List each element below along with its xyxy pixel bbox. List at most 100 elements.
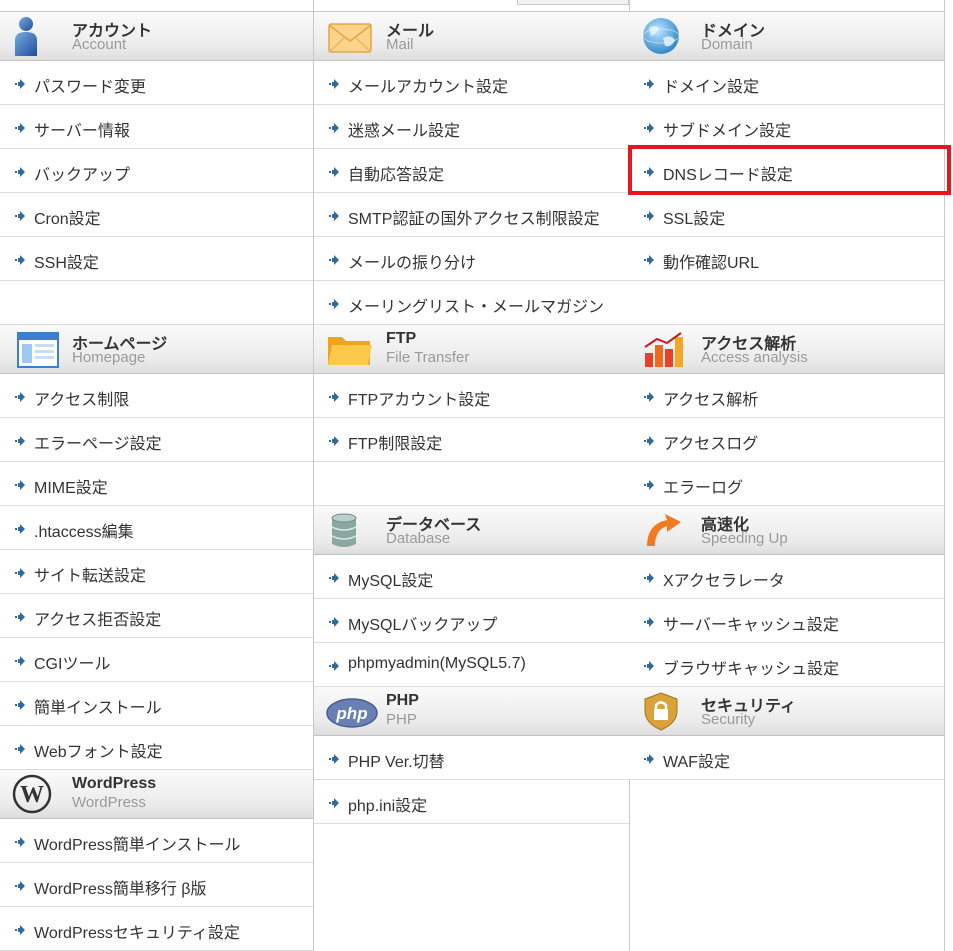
arrow-bullet-icon bbox=[328, 389, 342, 403]
arrow-bullet-icon bbox=[328, 252, 342, 266]
menu-item[interactable]: ドメイン設定 bbox=[629, 61, 944, 105]
menu-column-1: アカウント Account パスワード変更サーバー情報バックアップ Cron設定 SSH… bbox=[0, 0, 314, 951]
menu-item[interactable]: SMTP認証の国外アクセス制限設定 bbox=[314, 193, 629, 237]
arrow-bullet-icon bbox=[14, 922, 28, 936]
arrow-bullet-icon bbox=[328, 658, 342, 672]
menu-item[interactable]: FTP制限設定 bbox=[314, 418, 629, 462]
empty-menu-row bbox=[629, 281, 944, 325]
menu-item-label: Cron設定 bbox=[34, 211, 101, 228]
menu-item[interactable]: Webフォント設定 bbox=[0, 726, 313, 770]
menu-item[interactable]: MySQLバックアップ bbox=[314, 599, 629, 643]
menu-item[interactable]: エラーページ設定 bbox=[0, 418, 313, 462]
arrow-bullet-icon bbox=[328, 795, 342, 809]
menu-item[interactable]: MIME設定 bbox=[0, 462, 313, 506]
menu-item-label: バックアップ bbox=[34, 167, 131, 184]
menu-column-3: ドメイン Domain ドメイン設定 サブドメイン設定 DNSレコード設定 SSL設定 動作… bbox=[629, 0, 945, 951]
arrow-bullet-icon bbox=[14, 521, 28, 535]
menu-item[interactable]: 自動応答設定 bbox=[314, 149, 629, 193]
menu-item[interactable]: アクセス拒否設定 bbox=[0, 594, 313, 638]
arrow-bullet-icon bbox=[328, 208, 342, 222]
menu-item[interactable]: メールの振り分け bbox=[314, 237, 629, 281]
menu-item-label: エラーログ bbox=[663, 480, 744, 497]
menu-section-account: アカウント Account パスワード変更サーバー情報バックアップ Cron設定 SSH… bbox=[0, 12, 313, 325]
arrow-bullet-icon bbox=[328, 76, 342, 90]
menu-item-label: Webフォント設定 bbox=[34, 744, 163, 761]
menu-section-access-analysis: アクセス解析 Access analysis アクセス解析 アクセスログ エラーログ bbox=[629, 325, 944, 506]
arrow-bullet-icon bbox=[328, 296, 342, 310]
menu-item[interactable]: 迷惑メール設定 bbox=[314, 105, 629, 149]
menu-item[interactable]: エラーログ bbox=[629, 462, 944, 506]
menu-item[interactable]: WordPress簡単移行 β版 bbox=[0, 863, 313, 907]
menu-item[interactable]: アクセスログ bbox=[629, 418, 944, 462]
menu-item-label: 簡単インストール bbox=[34, 700, 162, 717]
menu-section-mail: メール Mail メールアカウント設定 迷惑メール設定 自動応答設定 SMTP認証の国外ア… bbox=[314, 12, 629, 325]
section-subtitle: Security bbox=[701, 711, 756, 728]
menu-item-label: Xアクセラレータ bbox=[663, 573, 785, 590]
menu-item[interactable]: Cron設定 bbox=[0, 193, 313, 237]
menu-item[interactable]: phpmyadmin(MySQL5.7) bbox=[314, 643, 629, 687]
svg-text:php: php bbox=[335, 704, 367, 723]
menu-section-php: php PHP PHP PHP Ver.切替 php.ini設定 bbox=[314, 687, 629, 824]
menu-item[interactable]: サーバーキャッシュ設定 bbox=[629, 599, 944, 643]
menu-item-label: メールの振り分け bbox=[348, 255, 477, 272]
menu-item[interactable]: メーリングリスト・メールマガジン bbox=[314, 281, 629, 325]
arrow-bullet-icon bbox=[14, 208, 28, 222]
menu-item[interactable]: Xアクセラレータ bbox=[629, 555, 944, 599]
menu-item[interactable]: CGIツール bbox=[0, 638, 313, 682]
section-header-database: データベース Database bbox=[314, 506, 629, 555]
arrow-bullet-icon bbox=[328, 433, 342, 447]
menu-item-label: ブラウザキャッシュ設定 bbox=[663, 661, 840, 678]
arrow-bullet-icon bbox=[643, 252, 657, 266]
menu-item[interactable]: バックアップ bbox=[0, 149, 313, 193]
menu-item-label: パスワード変更 bbox=[34, 79, 147, 96]
menu-item-dns-record-settings[interactable]: DNSレコード設定 bbox=[629, 149, 944, 193]
menu-item[interactable]: ブラウザキャッシュ設定 bbox=[629, 643, 944, 687]
arrow-bullet-icon bbox=[14, 565, 28, 579]
arrow-bullet-icon bbox=[328, 751, 342, 765]
menu-item[interactable]: パスワード変更 bbox=[0, 61, 313, 105]
menu-item[interactable]: WAF設定 bbox=[629, 736, 944, 780]
menu-item[interactable]: サイト転送設定 bbox=[0, 550, 313, 594]
menu-item-label: 自動応答設定 bbox=[348, 167, 445, 184]
menu-item[interactable]: アクセス解析 bbox=[629, 374, 944, 418]
menu-item-label: phpmyadmin(MySQL5.7) bbox=[348, 655, 526, 672]
section-subtitle: Database bbox=[386, 530, 451, 547]
menu-section-domain: ドメイン Domain ドメイン設定 サブドメイン設定 DNSレコード設定 SSL設定 動作… bbox=[629, 12, 944, 325]
section-subtitle: Domain bbox=[701, 36, 753, 53]
arrow-bullet-icon bbox=[328, 120, 342, 134]
arrow-bullet-icon bbox=[643, 751, 657, 765]
section-header-domain: ドメイン Domain bbox=[629, 12, 944, 61]
menu-item[interactable]: .htaccess編集 bbox=[0, 506, 313, 550]
menu-item-label: FTPアカウント設定 bbox=[348, 392, 491, 409]
menu-item-label: PHP Ver.切替 bbox=[348, 754, 445, 771]
menu-item-label: 迷惑メール設定 bbox=[348, 123, 461, 140]
menu-item[interactable]: 動作確認URL bbox=[629, 237, 944, 281]
section-header-account: アカウント Account bbox=[0, 12, 313, 61]
menu-item[interactable]: SSL設定 bbox=[629, 193, 944, 237]
menu-item-label: MySQLバックアップ bbox=[348, 617, 498, 634]
menu-item[interactable]: サーバー情報 bbox=[0, 105, 313, 149]
menu-item[interactable]: サブドメイン設定 bbox=[629, 105, 944, 149]
menu-item[interactable]: アクセス制限 bbox=[0, 374, 313, 418]
menu-item-label: メールアカウント設定 bbox=[348, 79, 509, 96]
menu-item-label: サイト転送設定 bbox=[34, 568, 147, 585]
arrow-bullet-icon bbox=[643, 120, 657, 134]
search-box-edge[interactable] bbox=[517, 0, 629, 5]
menu-item[interactable]: SSH設定 bbox=[0, 237, 313, 281]
browser-window-icon bbox=[12, 329, 60, 369]
arrow-bullet-icon bbox=[14, 741, 28, 755]
arrow-bullet-icon bbox=[14, 609, 28, 623]
menu-item[interactable]: MySQL設定 bbox=[314, 555, 629, 599]
envelope-icon bbox=[326, 16, 374, 56]
menu-section-database: データベース Database MySQL設定 MySQLバックアップ phpmyadm… bbox=[314, 506, 629, 687]
menu-item[interactable]: WordPress簡単インストール bbox=[0, 819, 313, 863]
arrow-bullet-icon bbox=[328, 614, 342, 628]
menu-item[interactable]: PHP Ver.切替 bbox=[314, 736, 629, 780]
menu-item[interactable]: php.ini設定 bbox=[314, 780, 629, 824]
arrow-bullet-icon bbox=[14, 120, 28, 134]
menu-item[interactable]: FTPアカウント設定 bbox=[314, 374, 629, 418]
menu-item[interactable]: 簡単インストール bbox=[0, 682, 313, 726]
menu-item[interactable]: WordPressセキュリティ設定 bbox=[0, 907, 313, 951]
menu-item[interactable]: メールアカウント設定 bbox=[314, 61, 629, 105]
svg-text:W: W bbox=[20, 782, 44, 808]
